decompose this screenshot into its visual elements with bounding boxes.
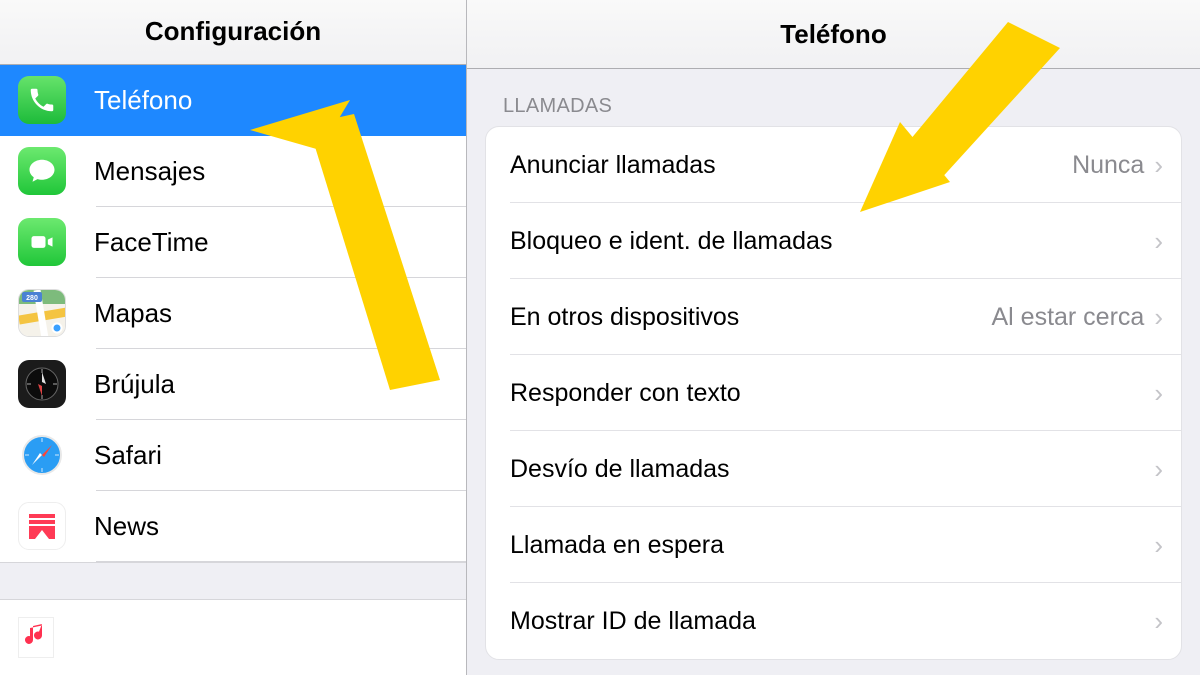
row-value: Nunca xyxy=(1072,151,1144,180)
settings-split-view: Configuración Teléfono Mensajes FaceTime xyxy=(0,0,1200,675)
sidebar-item-messages[interactable]: Mensajes xyxy=(0,136,466,207)
chevron-right-icon: › xyxy=(1154,302,1163,333)
sidebar-item-label: Safari xyxy=(94,440,450,471)
chevron-right-icon: › xyxy=(1154,150,1163,181)
row-label: Mostrar ID de llamada xyxy=(510,607,1144,636)
sidebar-item-label: Mapas xyxy=(94,298,450,329)
safari-icon xyxy=(18,431,66,479)
settings-master-title: Configuración xyxy=(0,0,466,65)
sidebar-item-label: Teléfono xyxy=(94,85,450,116)
chevron-right-icon: › xyxy=(1154,226,1163,257)
chevron-right-icon: › xyxy=(1154,530,1163,561)
row-announce-calls[interactable]: Anunciar llamadas Nunca › xyxy=(486,127,1181,203)
row-label: Bloqueo e ident. de llamadas xyxy=(510,227,1144,256)
sidebar-item-phone[interactable]: Teléfono xyxy=(0,65,466,136)
music-icon xyxy=(18,617,54,658)
section-header-calls: LLAMADAS xyxy=(467,69,1200,126)
row-other-devices[interactable]: En otros dispositivos Al estar cerca › xyxy=(486,279,1181,355)
row-label: En otros dispositivos xyxy=(510,303,991,332)
chevron-right-icon: › xyxy=(1154,454,1163,485)
news-icon xyxy=(18,502,66,550)
row-call-forwarding[interactable]: Desvío de llamadas › xyxy=(486,431,1181,507)
svg-text:280: 280 xyxy=(26,295,38,302)
sidebar-item-news[interactable]: News xyxy=(0,491,466,562)
compass-icon xyxy=(18,360,66,408)
settings-detail-title: Teléfono xyxy=(467,0,1200,69)
settings-master-list: Teléfono Mensajes FaceTime xyxy=(0,65,466,562)
row-label: Responder con texto xyxy=(510,379,1144,408)
sidebar-item-next[interactable] xyxy=(0,600,466,675)
sidebar-item-maps[interactable]: 280 Mapas xyxy=(0,278,466,349)
sidebar-item-label: FaceTime xyxy=(94,227,450,258)
settings-detail-panel: Teléfono LLAMADAS Anunciar llamadas Nunc… xyxy=(467,0,1200,675)
phone-icon xyxy=(18,76,66,124)
row-value: Al estar cerca xyxy=(991,303,1144,332)
row-respond-text[interactable]: Responder con texto › xyxy=(486,355,1181,431)
calls-settings-group: Anunciar llamadas Nunca › Bloqueo e iden… xyxy=(485,126,1182,660)
row-show-caller-id[interactable]: Mostrar ID de llamada › xyxy=(486,583,1181,659)
row-call-blocking-id[interactable]: Bloqueo e ident. de llamadas › xyxy=(486,203,1181,279)
row-label: Llamada en espera xyxy=(510,531,1144,560)
maps-icon: 280 xyxy=(18,289,66,337)
messages-icon xyxy=(18,147,66,195)
facetime-icon xyxy=(18,218,66,266)
settings-section-gap xyxy=(0,562,466,600)
sidebar-item-safari[interactable]: Safari xyxy=(0,420,466,491)
row-label: Desvío de llamadas xyxy=(510,455,1144,484)
chevron-right-icon: › xyxy=(1154,378,1163,409)
sidebar-item-label: Brújula xyxy=(94,369,450,400)
sidebar-item-label: News xyxy=(94,511,450,542)
sidebar-item-compass[interactable]: Brújula xyxy=(0,349,466,420)
sidebar-item-label: Mensajes xyxy=(94,156,450,187)
row-label: Anunciar llamadas xyxy=(510,151,1072,180)
sidebar-item-facetime[interactable]: FaceTime xyxy=(0,207,466,278)
settings-master-panel: Configuración Teléfono Mensajes FaceTime xyxy=(0,0,467,675)
row-call-waiting[interactable]: Llamada en espera › xyxy=(486,507,1181,583)
chevron-right-icon: › xyxy=(1154,606,1163,637)
